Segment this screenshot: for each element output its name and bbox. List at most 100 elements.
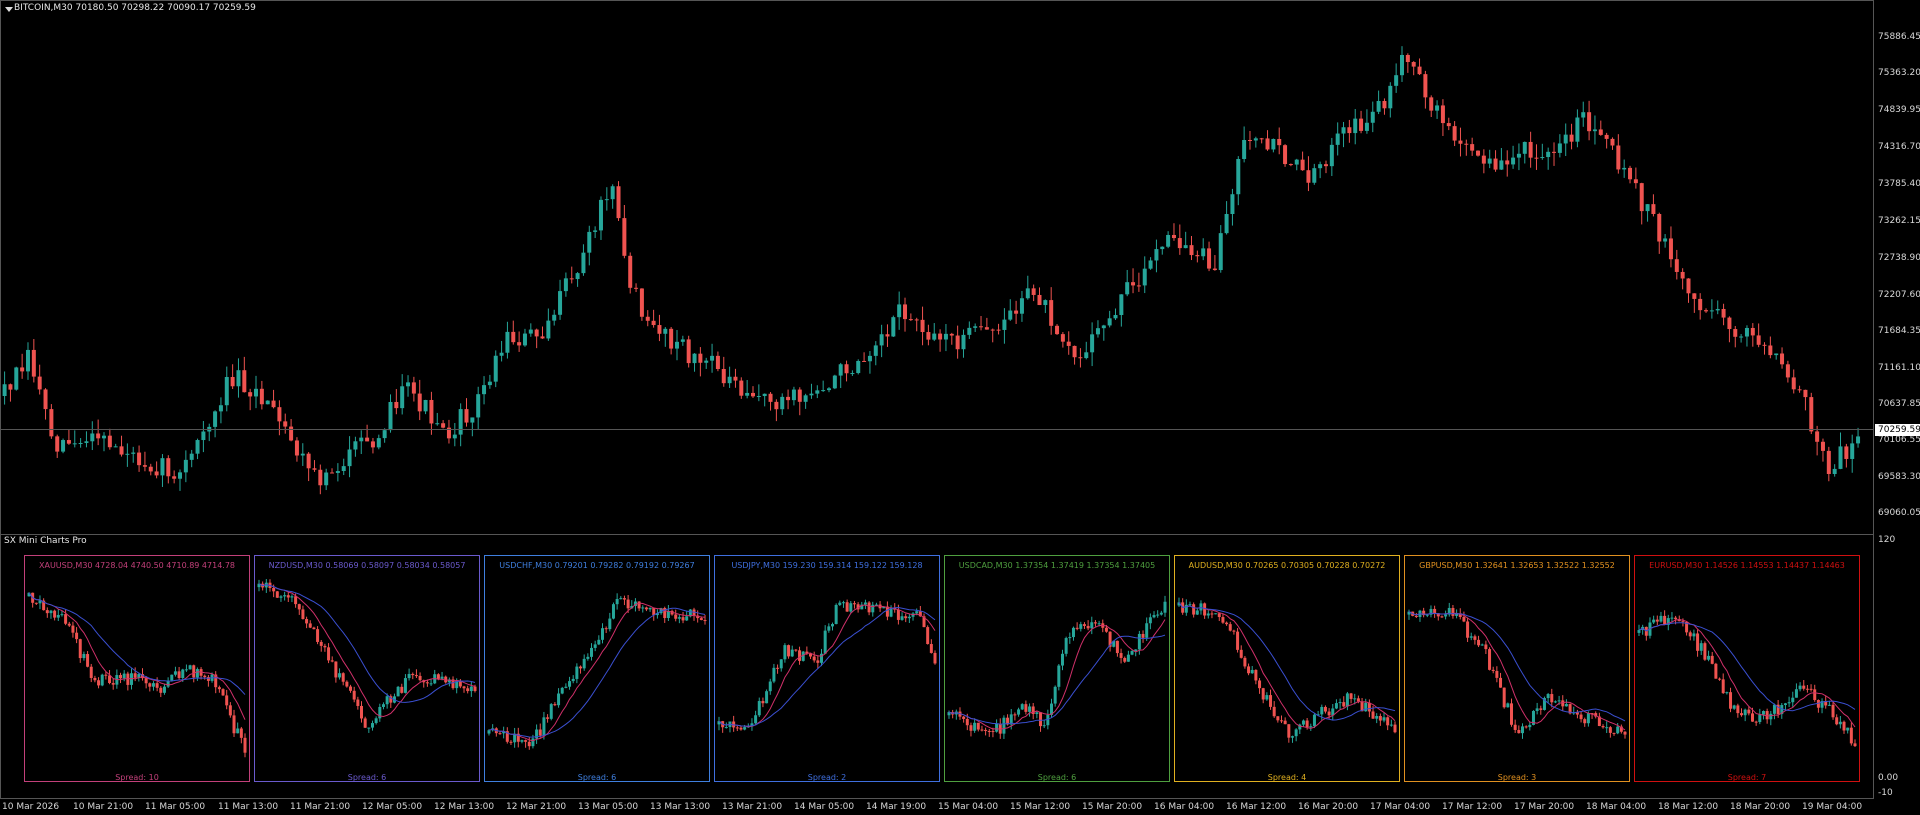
mini-chart-0[interactable]: XAUUSD,M30 4728.04 4740.50 4710.89 4714.…	[24, 555, 250, 782]
candle-body	[131, 452, 136, 454]
candle-body	[290, 596, 294, 598]
mini-chart-2[interactable]: USDCHF,M30 0.79201 0.79282 0.79192 0.792…	[484, 555, 710, 782]
candle-body	[1488, 649, 1492, 670]
main-candlestick-chart[interactable]	[1, 1, 1873, 534]
candle-body	[816, 660, 820, 663]
candle-body	[1575, 712, 1579, 715]
candle-body	[1433, 608, 1437, 614]
candle-body	[1338, 702, 1342, 704]
candle-body	[1236, 631, 1240, 650]
candle-body	[341, 466, 346, 471]
candle-body	[1423, 74, 1428, 98]
candle-body	[1553, 701, 1557, 703]
candle-body	[721, 369, 726, 384]
candle-body	[761, 701, 765, 704]
candle-body	[1265, 695, 1269, 700]
candle-body	[908, 319, 913, 321]
candle-body	[172, 476, 177, 479]
candle-body	[100, 674, 104, 686]
candle-body	[821, 390, 826, 392]
mini-chart-7[interactable]: EURUSD,M30 1.14526 1.14553 1.14437 1.144…	[1634, 555, 1860, 782]
candle-body	[733, 376, 738, 381]
candle-body	[626, 599, 630, 609]
candle-body	[575, 666, 579, 679]
time-axis-label: 16 Mar 20:00	[1298, 802, 1359, 812]
mini-chart-title: AUDUSD,M30 0.70265 0.70305 0.70228 0.702…	[1188, 561, 1386, 570]
candle-body	[1075, 627, 1079, 629]
candle-body	[1623, 731, 1627, 735]
candle-body	[429, 683, 433, 685]
mini-chart-spread: Spread: 4	[1267, 773, 1307, 782]
candle-body	[582, 658, 586, 669]
candle-body	[527, 741, 531, 747]
candle-body	[1451, 607, 1455, 616]
candle-body	[1520, 726, 1524, 734]
candle-body	[178, 472, 183, 479]
mini-chart-3[interactable]: USDJPY,M30 159.230 159.314 159.122 159.1…	[714, 555, 940, 782]
candle-body	[82, 654, 86, 659]
candle-body	[144, 678, 148, 684]
candle-body	[1389, 724, 1393, 726]
candle-body	[84, 441, 89, 443]
mini-chart-5[interactable]: AUDUSD,M30 0.70265 0.70305 0.70228 0.702…	[1174, 555, 1400, 782]
candle-body	[359, 437, 364, 442]
mini-candlestick-chart	[947, 595, 1167, 739]
candle-body	[1569, 134, 1574, 142]
price-tick: 74839.95	[1878, 105, 1920, 115]
candle-body	[166, 458, 171, 477]
candle-body	[1024, 704, 1028, 712]
candle-body	[1797, 389, 1802, 391]
candle-body	[1232, 630, 1236, 632]
candle-body	[938, 333, 943, 340]
time-axis-label: 16 Mar 12:00	[1226, 802, 1287, 812]
price-tick: 70106.55	[1878, 435, 1920, 445]
candle-body	[423, 399, 428, 412]
candle-body	[1276, 716, 1280, 721]
candle-body	[1014, 310, 1019, 314]
mini-chart-1[interactable]: NZDUSD,M30 0.58069 0.58097 0.58034 0.580…	[254, 555, 480, 782]
candle-body	[1271, 138, 1276, 150]
time-axis-label: 13 Mar 13:00	[650, 802, 711, 812]
candle-body	[699, 618, 703, 621]
candle-body	[622, 598, 626, 600]
candle-body	[104, 674, 108, 676]
mini-chart-4[interactable]: USDCAD,M30 1.37354 1.37419 1.37354 1.374…	[944, 555, 1170, 782]
candle-body	[904, 616, 908, 619]
candle-body	[93, 677, 97, 681]
candle-body	[67, 623, 71, 626]
candle-body	[1698, 298, 1703, 311]
mini-chart-6[interactable]: GBPUSD,M30 1.32641 1.32653 1.32522 1.325…	[1404, 555, 1630, 782]
candle-body	[206, 677, 210, 681]
candle-body	[832, 375, 837, 389]
candle-body	[1288, 164, 1293, 166]
candle-body	[148, 683, 152, 687]
chart-menu-triangle-icon[interactable]	[5, 7, 13, 12]
candle-body	[363, 718, 367, 728]
candle-body	[579, 666, 583, 669]
candle-body	[1798, 685, 1802, 690]
candle-body	[1188, 604, 1192, 606]
candle-body	[786, 396, 791, 401]
candle-body	[1017, 709, 1021, 715]
price-tick: 69060.05	[1878, 508, 1920, 518]
candle-body	[549, 704, 553, 719]
candle-body	[1217, 613, 1221, 618]
candle-body	[301, 609, 305, 619]
slow-moving-average-line	[718, 606, 936, 727]
candle-body	[692, 353, 697, 364]
candle-body	[1031, 288, 1036, 295]
candle-body	[254, 388, 259, 397]
candle-body	[78, 639, 82, 659]
current-price-badge: 70259.59	[1875, 424, 1920, 436]
slow-moving-average-line	[258, 583, 476, 703]
candle-body	[834, 604, 838, 625]
candle-body	[1269, 695, 1273, 707]
candle-body	[1750, 713, 1754, 722]
candle-body	[1353, 698, 1357, 700]
candle-body	[259, 388, 264, 405]
candle-body	[411, 673, 415, 676]
candle-body	[645, 316, 650, 321]
candle-body	[1651, 204, 1656, 214]
candle-body	[1844, 446, 1849, 459]
candle-body	[2, 384, 7, 396]
